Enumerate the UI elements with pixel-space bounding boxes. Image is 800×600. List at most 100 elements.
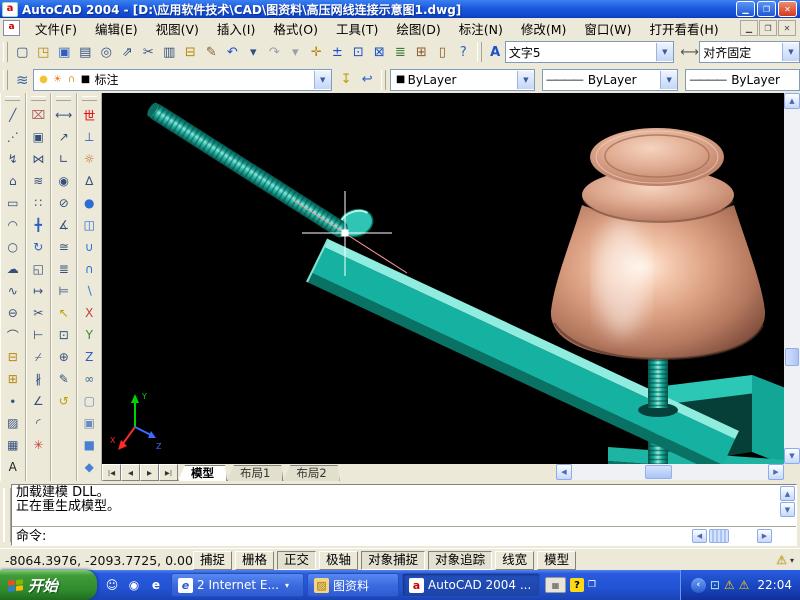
dimension-edit-icon[interactable]: ✎ (53, 368, 75, 390)
open-icon[interactable]: ◳ (33, 41, 54, 63)
linetype-combo[interactable]: ———— ByLayer ▼ (541, 68, 679, 91)
break-icon[interactable]: ∦ (27, 368, 49, 390)
cone-icon[interactable]: ◆ (78, 456, 100, 478)
extend-icon[interactable]: ⊢ (27, 324, 49, 346)
scale-icon[interactable]: ◱ (27, 258, 49, 280)
drawing-file-icon[interactable]: a (3, 20, 20, 36)
task-internet-explorer[interactable]: e 2 Internet E... ▾ (171, 573, 304, 597)
continue-dimension-icon[interactable]: ⊨ (53, 280, 75, 302)
quick-launch-app-icon[interactable]: ☺ (103, 576, 121, 594)
rotate-y-ucs-icon[interactable]: Y (78, 324, 100, 346)
tab-model[interactable]: 模型 (178, 465, 227, 481)
shaded-box-icon[interactable]: ■ (78, 434, 100, 456)
extrude-icon[interactable]: ◫ (78, 214, 100, 236)
scroll-up-icon[interactable]: ▲ (784, 93, 800, 109)
mdi-close-button[interactable]: ✕ (778, 20, 796, 36)
input-method-keyboard-icon[interactable]: ▦ (545, 577, 566, 593)
menu-help[interactable]: 打开看看(H) (641, 17, 728, 40)
intersect-icon[interactable]: ∩ (78, 258, 100, 280)
toolbar-grip[interactable] (3, 69, 8, 90)
sphere-icon[interactable]: ● (78, 192, 100, 214)
rectangle-icon[interactable]: ▭ (2, 192, 24, 214)
scroll-right-icon[interactable]: ▶ (757, 529, 772, 543)
save-icon[interactable]: ▣ (54, 41, 75, 63)
menu-insert[interactable]: 插入(I) (208, 17, 264, 40)
toggle-ortho[interactable]: 正交 (277, 550, 317, 570)
mdi-minimize-button[interactable]: ▁ (740, 20, 758, 36)
command-input[interactable]: 命令: ◀ ▶ (12, 527, 796, 547)
vertical-scroll-thumb[interactable] (785, 348, 799, 366)
network-icon[interactable]: ⊡ (710, 578, 720, 592)
last-tab-icon[interactable]: ▶| (159, 464, 178, 481)
prev-tab-icon[interactable]: ◀ (121, 464, 140, 481)
ellipse-arc-icon[interactable]: ⌒ (2, 324, 24, 346)
zoom-window-icon[interactable]: ⊡ (348, 41, 369, 63)
redo-icon[interactable]: ↷ (264, 41, 285, 63)
toggle-otrack[interactable]: 对象追踪 (428, 550, 493, 570)
chevron-down-icon[interactable]: ▾ (790, 556, 794, 565)
construction-line-icon[interactable]: ⋰ (2, 126, 24, 148)
pan-icon[interactable]: ✛ (306, 41, 327, 63)
rotate-x-ucs-icon[interactable]: X (78, 302, 100, 324)
layer-lock-icon[interactable]: ∩ (65, 74, 79, 85)
polygon-icon[interactable]: ⌂ (2, 170, 24, 192)
layer-color-swatch[interactable]: ■ (79, 74, 93, 85)
command-scroll-thumb[interactable] (709, 529, 729, 543)
break-at-point-icon[interactable]: ⌿ (27, 346, 49, 368)
designcenter-icon[interactable]: ⊞ (411, 41, 432, 63)
arc-icon[interactable]: ◠ (2, 214, 24, 236)
publish-icon[interactable]: ⇗ (117, 41, 138, 63)
make-block-icon[interactable]: ⊞ (2, 368, 24, 390)
chevron-down-icon[interactable]: ▼ (313, 70, 331, 89)
toggle-polar[interactable]: 极轴 (319, 550, 359, 570)
warning-tray-icon[interactable]: ⚠ (724, 578, 735, 592)
lineweight-combo[interactable]: ———— ByLayer (685, 68, 800, 91)
radius-dimension-icon[interactable]: ◉ (53, 170, 75, 192)
toolbar-grip[interactable] (56, 96, 72, 101)
ordinate-dimension-icon[interactable]: ∟ (53, 148, 75, 170)
dim-style-combo[interactable]: 对齐固定 ▼ (699, 41, 800, 63)
undo-icon[interactable]: ↶ (222, 41, 243, 63)
circle-icon[interactable]: ○ (2, 236, 24, 258)
language-bar-restore-icon[interactable]: ❐ (588, 580, 596, 590)
color-combo[interactable]: ■ ByLayer ▼ (389, 68, 535, 91)
chamfer-icon[interactable]: ∠ (27, 390, 49, 412)
help-icon[interactable]: ? (453, 41, 474, 63)
region-icon[interactable]: ▦ (2, 434, 24, 456)
first-tab-icon[interactable]: |◀ (102, 464, 121, 481)
quick-leader-icon[interactable]: ↖ (53, 302, 75, 324)
chevron-down-icon[interactable]: ▾ (285, 581, 289, 590)
menu-view[interactable]: 视图(V) (147, 17, 208, 40)
make-object-layer-current-icon[interactable]: ↧ (336, 69, 357, 91)
diameter-dimension-icon[interactable]: ⊘ (53, 192, 75, 214)
line-icon[interactable]: ╱ (2, 104, 24, 126)
menu-dimension[interactable]: 标注(N) (450, 17, 512, 40)
command-window[interactable]: 加载建模 DLL。 正在重生成模型。 ▲ ▼ 命令: ◀ ▶ (11, 484, 797, 546)
linear-dimension-icon[interactable]: ⟷ (53, 104, 75, 126)
toolbar-grip[interactable] (476, 42, 482, 62)
zoom-previous-icon[interactable]: ⊠ (369, 41, 390, 63)
mdi-restore-button[interactable]: ❐ (759, 20, 777, 36)
world-text-icon[interactable]: 世 (78, 104, 100, 126)
revision-cloud-icon[interactable]: ☁ (2, 258, 24, 280)
ucs-toolbar-icon[interactable]: ⊥ (78, 126, 100, 148)
spline-icon[interactable]: ∿ (2, 280, 24, 302)
aligned-dimension-icon[interactable]: ↗ (53, 126, 75, 148)
properties-icon[interactable]: ≣ (390, 41, 411, 63)
insert-block-icon[interactable]: ⊟ (2, 346, 24, 368)
undo-caret-icon[interactable]: ▾ (243, 41, 264, 63)
plot-preview-icon[interactable]: ◎ (96, 41, 117, 63)
tolerance-icon[interactable]: ⊡ (53, 324, 75, 346)
array-icon[interactable]: ∷ (27, 192, 49, 214)
fillet-icon[interactable]: ◜ (27, 412, 49, 434)
center-mark-icon[interactable]: ⊕ (53, 346, 75, 368)
toolbar-grip[interactable] (30, 96, 46, 101)
start-button[interactable]: 开始 (0, 570, 97, 600)
subtract-icon[interactable]: ∖ (78, 280, 100, 302)
baseline-dimension-icon[interactable]: ≣ (53, 258, 75, 280)
help-tray-icon[interactable]: ? (570, 578, 584, 592)
stretch-icon[interactable]: ↦ (27, 280, 49, 302)
paste-icon[interactable]: ⊟ (180, 41, 201, 63)
text-style-icon[interactable]: A (486, 41, 505, 63)
erase-icon[interactable]: ⌧ (27, 104, 49, 126)
